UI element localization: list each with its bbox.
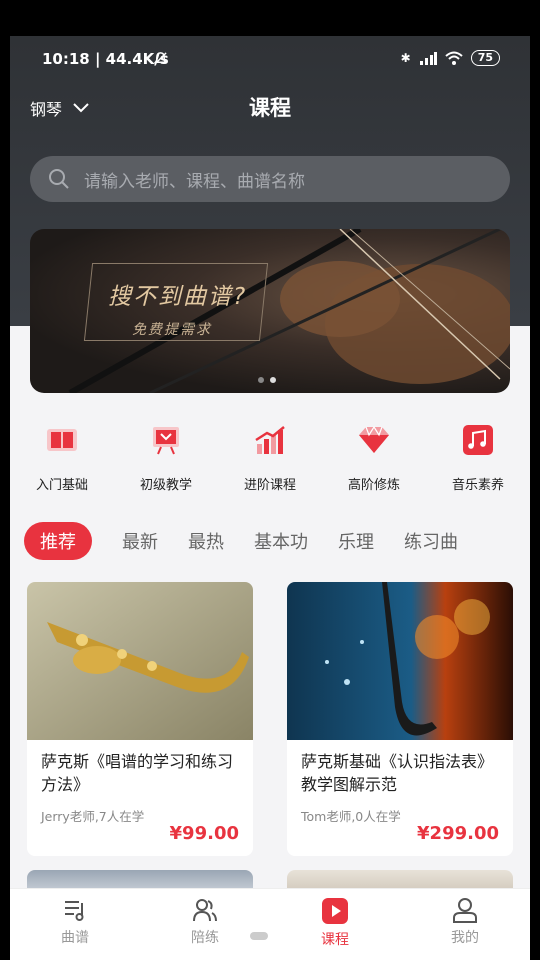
course-card[interactable]: 萨克斯《唱谱的学习和练习方法》 Jerry老师,7人在学 ¥99.00 (27, 582, 253, 856)
nav-label: 我的 (451, 930, 479, 946)
nav-label: 课程 (321, 932, 349, 948)
course-price: ¥299.00 (417, 823, 499, 844)
gesture-handle[interactable] (250, 932, 268, 940)
bar-chart-growth-icon (250, 420, 290, 460)
nav-scores[interactable]: 曲谱 (10, 889, 140, 960)
category-label: 进阶课程 (243, 478, 296, 493)
course-thumbnail (27, 582, 253, 740)
category-grid: 入门基础 初级教学 进阶课程 高阶修炼 音乐素养 (10, 420, 530, 504)
status-icons: ✱ 75 (401, 50, 500, 66)
category-musicianship[interactable]: 音乐素养 (426, 420, 530, 504)
wifi-icon (445, 51, 463, 65)
nav-practice[interactable]: 陪练 (140, 889, 270, 960)
category-label: 入门基础 (35, 478, 88, 493)
tab-fundamentals[interactable]: 基本功 (254, 528, 308, 554)
page-title: 课程 (249, 96, 291, 120)
category-advanced[interactable]: 进阶课程 (218, 420, 322, 504)
course-title: 萨克斯基础《认识指法表》教学图解示范 (301, 752, 494, 794)
filter-tabs: 推荐 最新 最热 基本功 乐理 练习曲 (24, 522, 530, 560)
book-icon (42, 420, 82, 460)
banner-pagination (258, 377, 276, 383)
top-bar: 钢琴 课程 (10, 88, 530, 128)
presentation-board-icon (146, 420, 186, 460)
course-thumbnail (287, 582, 513, 740)
nav-profile[interactable]: 我的 (400, 889, 530, 960)
tab-recommended[interactable]: 推荐 (24, 522, 92, 560)
category-beginner[interactable]: 入门基础 (10, 420, 114, 504)
nav-label: 曲谱 (61, 930, 89, 946)
user-icon (453, 898, 477, 923)
battery-icon: 75 (470, 50, 500, 66)
signal-icon (419, 52, 437, 65)
nav-label: 陪练 (191, 930, 219, 946)
tab-latest[interactable]: 最新 (122, 528, 158, 554)
pagination-dot-active (270, 377, 276, 383)
course-meta: Jerry老师,7人在学 (41, 809, 145, 824)
course-price: ¥99.00 (169, 823, 239, 844)
music-note-icon (458, 420, 498, 460)
course-title: 萨克斯《唱谱的学习和练习方法》 (41, 752, 234, 794)
search-input[interactable]: 请输入老师、课程、曲谱名称 (30, 156, 510, 202)
promo-banner[interactable]: 搜不到曲谱? 免费提需求 (30, 229, 510, 393)
play-icon (322, 898, 348, 924)
pagination-dot (258, 377, 264, 383)
bluetooth-icon: ✱ (400, 51, 411, 65)
score-icon (65, 901, 84, 921)
search-placeholder: 请输入老师、课程、曲谱名称 (84, 171, 305, 192)
status-time: 10:18 | 44.4K/s (42, 50, 169, 68)
category-label: 初级教学 (139, 478, 192, 493)
diamond-icon (354, 420, 394, 460)
mute-bell-icon (153, 52, 168, 65)
tab-etudes[interactable]: 练习曲 (404, 528, 458, 554)
category-label: 高阶修炼 (347, 478, 400, 493)
category-label: 音乐素养 (451, 478, 504, 493)
course-card[interactable]: 萨克斯基础《认识指法表》教学图解示范 Tom老师,0人在学 ¥299.00 (287, 582, 513, 856)
banner-subtitle: 免费提需求 (132, 322, 212, 338)
people-icon (193, 899, 217, 922)
category-expert[interactable]: 高阶修炼 (322, 420, 426, 504)
tab-music-theory[interactable]: 乐理 (338, 528, 374, 554)
category-elementary[interactable]: 初级教学 (114, 420, 218, 504)
nav-courses[interactable]: 课程 (270, 889, 400, 960)
course-meta: Tom老师,0人在学 (301, 809, 401, 824)
search-icon (49, 169, 69, 189)
bottom-nav: 曲谱 陪练 课程 我的 (10, 888, 530, 960)
status-bar: 10:18 | 44.4K/s ✱ 75 (10, 36, 530, 82)
tab-hottest[interactable]: 最热 (188, 528, 224, 554)
banner-title: 搜不到曲谱? (108, 284, 248, 310)
app-screen: 10:18 | 44.4K/s ✱ 75 钢琴 课程 请输入老师、课程、曲谱名称… (10, 36, 530, 960)
